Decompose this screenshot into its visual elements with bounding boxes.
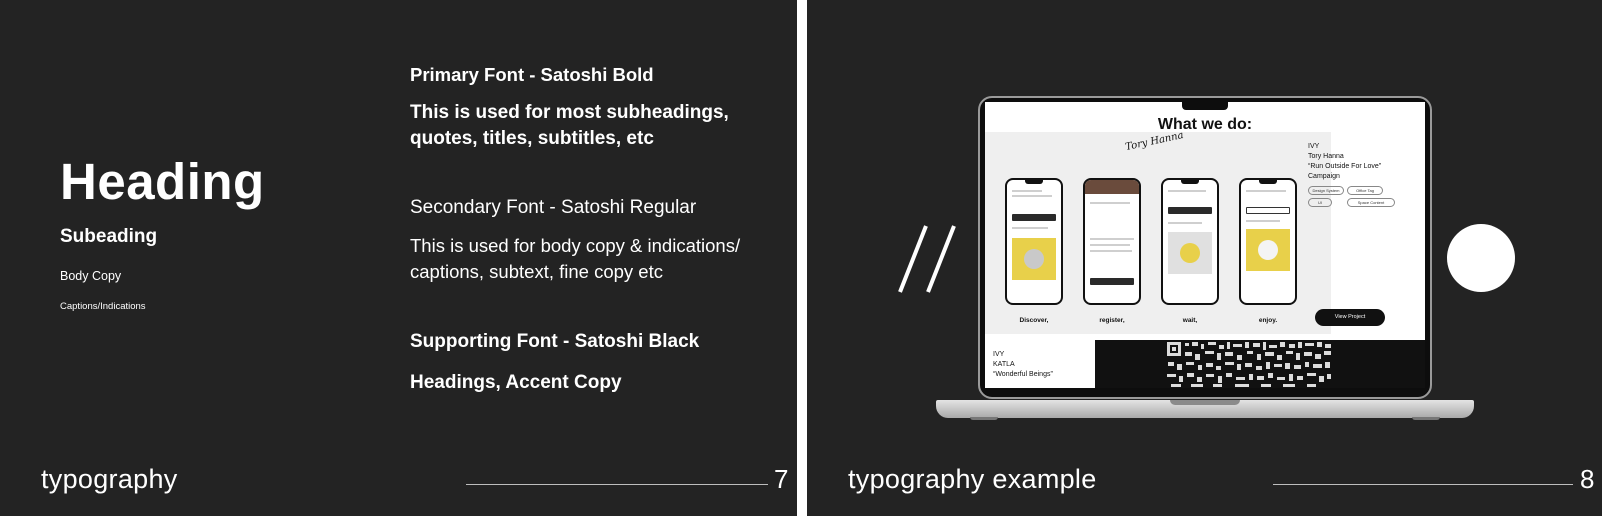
slide-typography: Heading Subeading Body Copy Captions/Ind… xyxy=(0,0,797,516)
primary-font-desc-line: This is used for most subheadings, xyxy=(410,102,729,123)
page-number: 8 xyxy=(1580,464,1595,494)
phone-button xyxy=(1090,278,1134,285)
project-info: IVY Tory Hanna “Run Outside For Love” Ca… xyxy=(1308,142,1381,182)
step-caption: Discover, xyxy=(1019,317,1049,324)
info-line: Campaign xyxy=(1308,173,1340,180)
laptop-groove xyxy=(1170,400,1240,405)
phone-image xyxy=(1012,238,1056,280)
step-caption: wait, xyxy=(1182,317,1198,324)
double-slash-icon xyxy=(898,225,956,293)
phone-notch xyxy=(1259,180,1277,184)
secondary-font-title: Secondary Font - Satoshi Regular xyxy=(410,197,697,218)
phone-image xyxy=(1246,229,1290,271)
phone-text-line xyxy=(1090,202,1130,204)
phone-notch xyxy=(1181,180,1199,184)
phone-text-line xyxy=(1168,190,1206,192)
phone-text-line xyxy=(1090,238,1134,240)
laptop-foot xyxy=(1412,417,1440,420)
phone-notch xyxy=(1025,180,1043,184)
sample-caption: Captions/Indications xyxy=(60,301,146,312)
secondary-font-desc-line: captions, subtext, fine copy etc xyxy=(410,261,663,282)
phone-button xyxy=(1168,207,1212,214)
info-line: KATLA xyxy=(993,361,1015,368)
phone-header-image xyxy=(1085,180,1139,194)
phone-mockup xyxy=(1083,178,1141,305)
phone-text-line xyxy=(1168,222,1202,224)
primary-font-description: This is used for most subheadings, quote… xyxy=(410,100,790,152)
info-line: “Run Outside For Love” xyxy=(1308,163,1382,170)
phone-mockup xyxy=(1005,178,1063,305)
phone-text-line xyxy=(1012,195,1052,197)
laptop-foot xyxy=(970,417,998,420)
phone-text-line xyxy=(1012,227,1048,229)
phone-text-line xyxy=(1012,190,1042,192)
phone-button xyxy=(1246,207,1290,214)
phone-text-line xyxy=(1246,220,1280,222)
bottom-project-info: IVY KATLA “Wonderful Beings” xyxy=(993,350,1053,380)
project-tag[interactable]: Space Content xyxy=(1347,198,1395,207)
primary-font-title: Primary Font - Satoshi Bold xyxy=(410,64,654,85)
info-line: Tory Hanna xyxy=(1308,153,1344,160)
phone-image xyxy=(1168,232,1212,274)
project-tag[interactable]: Office Tag xyxy=(1347,186,1383,195)
footer-divider xyxy=(1273,484,1573,485)
step-caption: register, xyxy=(1099,317,1125,324)
sample-subheading: Subeading xyxy=(60,226,158,247)
supporting-font-title: Supporting Font - Satoshi Black xyxy=(410,331,700,352)
qr-code-icon xyxy=(1165,340,1333,388)
sample-body-copy: Body Copy xyxy=(60,269,122,283)
info-line: “Wonderful Beings” xyxy=(993,371,1053,378)
info-line: IVY xyxy=(1308,143,1320,150)
phone-text-line xyxy=(1090,244,1130,246)
page-number: 7 xyxy=(774,464,789,494)
phone-mockup xyxy=(1239,178,1297,305)
phone-mockup xyxy=(1161,178,1219,305)
phone-button xyxy=(1012,214,1056,221)
screen-title: What we do: xyxy=(1157,116,1253,133)
phone-text-line xyxy=(1246,190,1286,192)
slide-footer-title: typography example xyxy=(848,464,1097,494)
decorative-circle xyxy=(1447,224,1515,292)
primary-font-desc-line: quotes, titles, subtitles, etc xyxy=(410,128,654,149)
slide-footer-title: typography xyxy=(41,464,178,494)
phone-image-circle xyxy=(1024,249,1044,269)
secondary-font-desc-line: This is used for body copy & indications… xyxy=(410,235,741,256)
footer-divider xyxy=(466,484,768,485)
info-line: IVY xyxy=(993,351,1005,358)
laptop-notch xyxy=(1182,102,1228,110)
step-caption: enjoy. xyxy=(1258,317,1278,324)
phone-text-line xyxy=(1090,250,1132,252)
sample-heading: Heading xyxy=(60,153,265,210)
laptop-screen: What we do: Tory Hanna Discover, registe… xyxy=(985,102,1425,388)
secondary-font-description: This is used for body copy & indications… xyxy=(410,233,790,285)
phone-image-circle xyxy=(1180,243,1200,263)
phone-image-circle xyxy=(1258,240,1278,260)
view-project-button[interactable]: View Project xyxy=(1315,309,1385,326)
supporting-font-description: Headings, Accent Copy xyxy=(410,372,622,393)
project-tag[interactable]: UI xyxy=(1308,198,1332,207)
project-tag[interactable]: Design System xyxy=(1308,186,1344,195)
